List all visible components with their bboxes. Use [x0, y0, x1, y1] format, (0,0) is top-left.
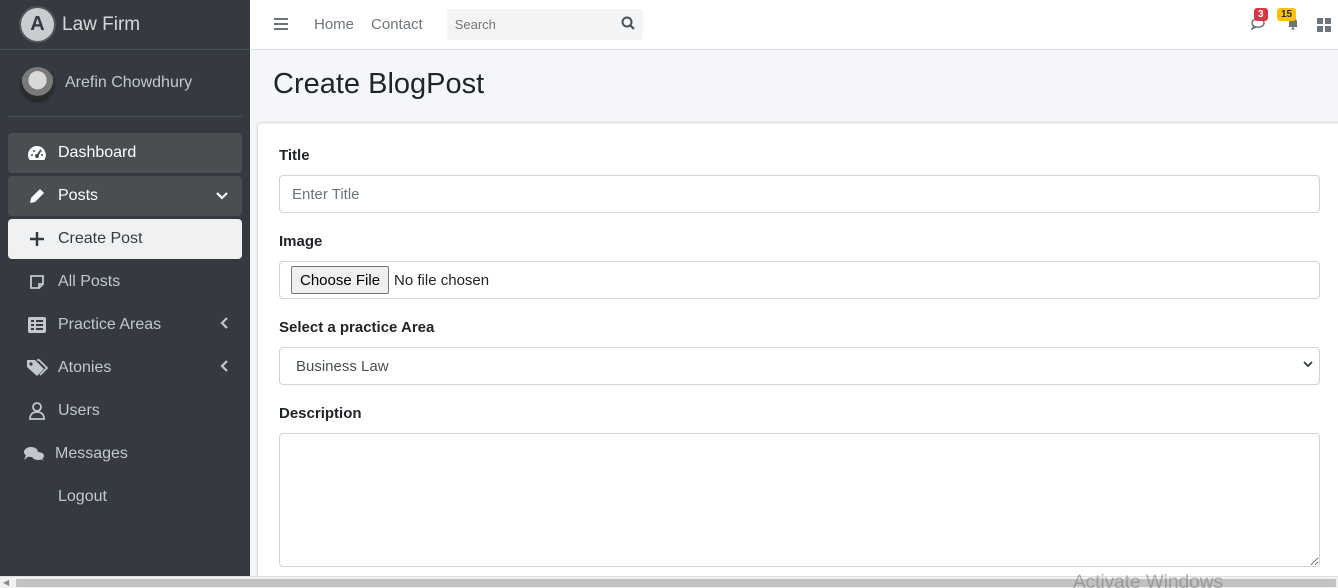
- title-label: Title: [279, 147, 310, 164]
- brand-name: Law Firm: [62, 13, 141, 35]
- brand-link[interactable]: A Law Firm: [0, 0, 250, 50]
- description-label: Description: [279, 405, 362, 422]
- apps-grid-icon[interactable]: [1317, 18, 1331, 32]
- page-title: Create BlogPost: [273, 68, 485, 100]
- notifications-dropdown[interactable]: 15: [1277, 8, 1299, 33]
- sidebar-item-label: Messages: [55, 445, 128, 462]
- nav-link-home[interactable]: Home: [314, 16, 354, 33]
- chevron-down-icon: [1303, 359, 1313, 371]
- image-label: Image: [279, 233, 323, 250]
- sidebar-item-label: Dashboard: [58, 144, 137, 161]
- messages-badge: 3: [1254, 8, 1268, 21]
- notifications-badge: 15: [1277, 8, 1297, 21]
- user-name: Arefin Chowdhury: [65, 74, 193, 91]
- sidebar-item-dashboard[interactable]: Dashboard: [8, 133, 242, 173]
- sidebar-item-label: Practice Areas: [58, 316, 162, 333]
- sidebar-nav: Dashboard Posts Create Post All Posts Pr…: [0, 117, 250, 517]
- sidebar-item-label: Atonies: [58, 359, 112, 376]
- title-input[interactable]: Enter Title: [279, 175, 1320, 213]
- chevron-down-icon: [216, 188, 228, 203]
- user-icon: [25, 402, 49, 420]
- nav-link-contact[interactable]: Contact: [371, 16, 423, 33]
- brand-logo: A: [21, 8, 54, 41]
- pencil-icon: [25, 187, 49, 205]
- hamburger-menu-icon[interactable]: [274, 14, 290, 35]
- sidebar-item-all-posts[interactable]: All Posts: [8, 262, 242, 302]
- description-textarea[interactable]: [279, 433, 1320, 567]
- file-status: No file chosen: [394, 271, 490, 289]
- tags-icon: [25, 359, 49, 377]
- sidebar-item-label: Logout: [58, 488, 107, 505]
- content-header: Create BlogPost: [250, 50, 1338, 122]
- sidebar-item-label: Create Post: [58, 230, 143, 247]
- sidebar-item-label: All Posts: [58, 273, 121, 290]
- search-box: [446, 9, 643, 40]
- windows-watermark: Activate Windows: [1073, 572, 1223, 588]
- sidebar-item-label: Users: [58, 402, 100, 419]
- scroll-left-icon[interactable]: ◀: [3, 578, 9, 587]
- sidebar-item-atonies[interactable]: Atonies: [8, 348, 242, 388]
- navbar-right: 3 15: [1249, 0, 1338, 50]
- sidebar-item-posts[interactable]: Posts: [8, 176, 242, 216]
- search-icon[interactable]: [621, 16, 635, 33]
- sidebar-item-create-post[interactable]: Create Post: [8, 219, 242, 259]
- messages-dropdown[interactable]: 3: [1249, 8, 1268, 33]
- choose-file-button[interactable]: Choose File: [291, 266, 390, 294]
- image-file-input[interactable]: Choose File No file chosen: [279, 261, 1320, 299]
- sidebar-item-logout[interactable]: Logout: [8, 477, 242, 517]
- chevron-left-icon: [220, 317, 228, 332]
- sidebar: A Law Firm Arefin Chowdhury Dashboard Po…: [0, 0, 250, 576]
- note-icon: [25, 274, 49, 290]
- user-panel[interactable]: Arefin Chowdhury: [8, 50, 242, 117]
- sidebar-item-messages[interactable]: Messages: [8, 434, 242, 474]
- create-post-form: Title Enter Title Image Choose File No f…: [258, 122, 1338, 582]
- tachometer-icon: [25, 145, 49, 161]
- plus-icon: [25, 231, 49, 247]
- search-input[interactable]: [454, 17, 605, 32]
- top-navbar: Home Contact 3 15: [250, 0, 1338, 50]
- practice-area-select[interactable]: Business Law: [279, 347, 1320, 385]
- practice-area-selected: Business Law: [296, 357, 389, 375]
- avatar: [21, 66, 54, 100]
- comments-icon: [22, 446, 46, 462]
- list-icon: [25, 317, 49, 333]
- sidebar-item-practice-areas[interactable]: Practice Areas: [8, 305, 242, 345]
- sidebar-item-users[interactable]: Users: [8, 391, 242, 431]
- sidebar-item-label: Posts: [58, 187, 99, 204]
- practice-area-label: Select a practice Area: [279, 319, 435, 336]
- chevron-left-icon: [220, 360, 228, 375]
